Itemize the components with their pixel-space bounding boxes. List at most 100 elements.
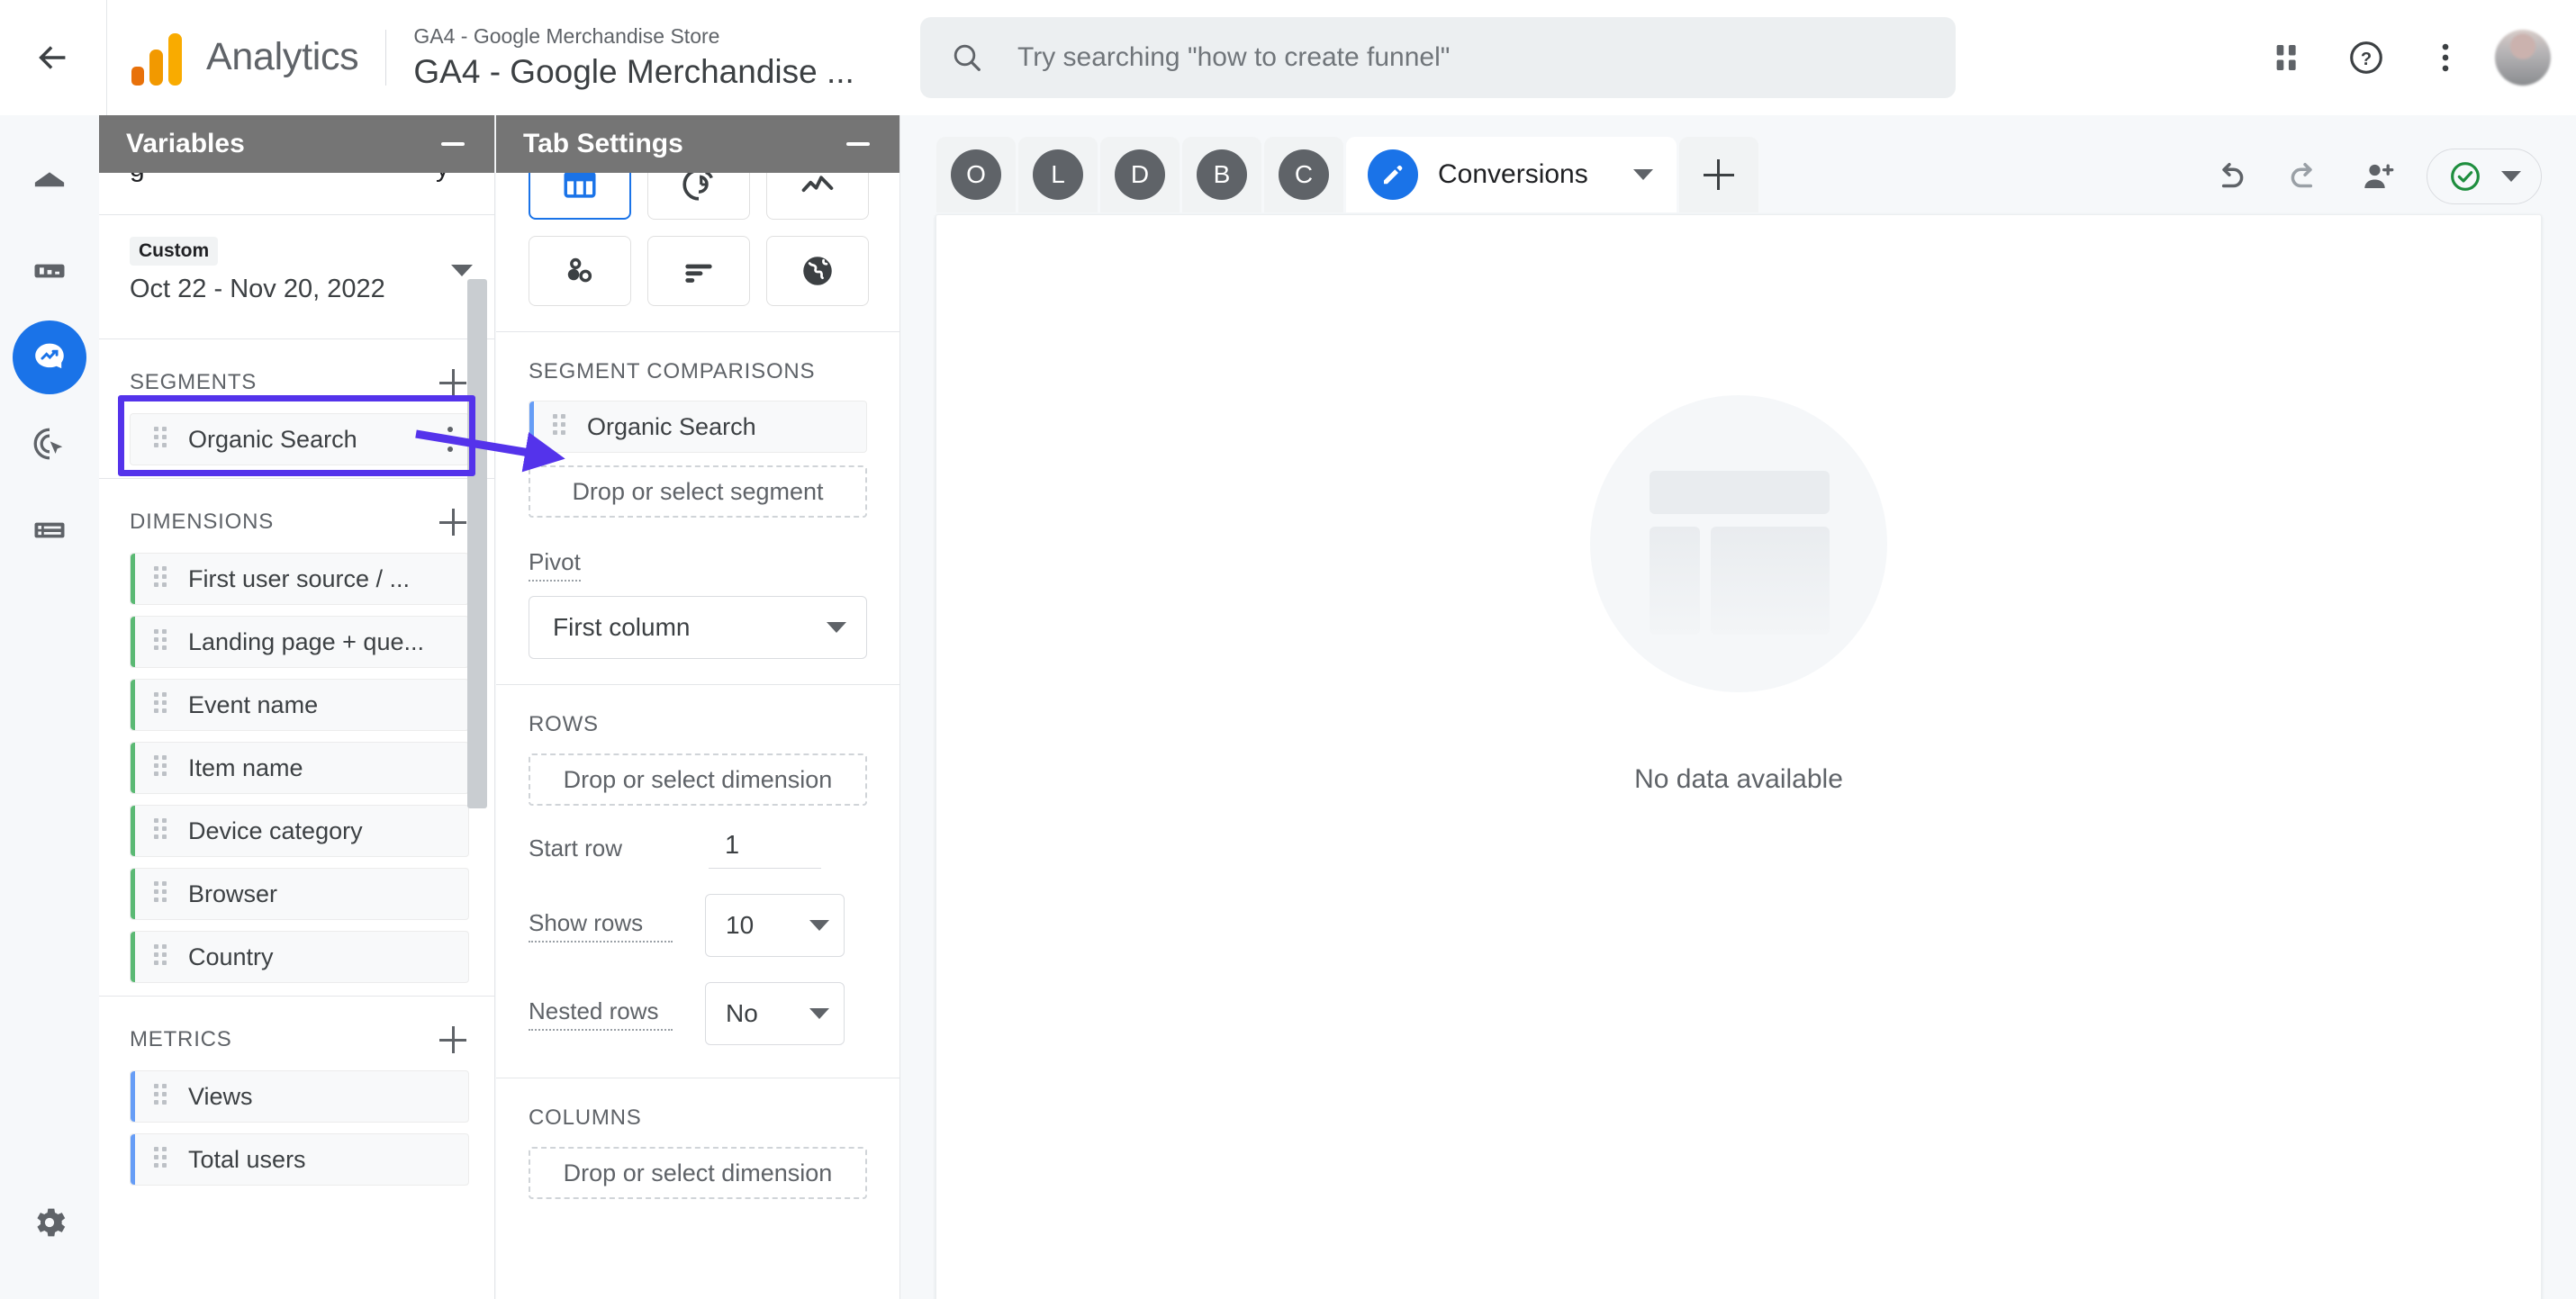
list-item[interactable]: First user source / ... bbox=[130, 553, 469, 605]
top-bar: Analytics GA4 - Google Merchandise Store… bbox=[0, 0, 2576, 115]
more-vertical-icon bbox=[2442, 43, 2449, 72]
undo-button[interactable] bbox=[2196, 142, 2264, 211]
exploration-tab-bar: O L D B C Conversions bbox=[936, 137, 1758, 212]
metric-label: Total users bbox=[188, 1145, 306, 1173]
share-button[interactable] bbox=[2344, 142, 2412, 211]
sidebar-item-reports[interactable] bbox=[13, 234, 86, 308]
segment-comparisons-list: Organic Search bbox=[496, 401, 899, 453]
drag-handle-icon[interactable] bbox=[154, 944, 172, 970]
show-rows-select[interactable]: 10 bbox=[705, 894, 845, 957]
drag-handle-icon[interactable] bbox=[154, 1147, 172, 1172]
dimension-label: Item name bbox=[188, 753, 303, 781]
tab-settings-panel-header: Tab Settings bbox=[496, 115, 899, 173]
sidebar-item-configure[interactable] bbox=[13, 493, 86, 567]
drag-handle-icon[interactable] bbox=[154, 427, 172, 452]
list-item[interactable]: Browser bbox=[130, 868, 469, 920]
technique-cohort-exploration[interactable] bbox=[766, 236, 869, 306]
sidebar-item-advertising[interactable] bbox=[13, 407, 86, 481]
drag-handle-icon[interactable] bbox=[154, 881, 172, 907]
dimensions-list: First user source / ... Landing page + q… bbox=[99, 553, 494, 983]
tab-o[interactable]: O bbox=[936, 137, 1016, 212]
technique-funnel-exploration[interactable] bbox=[647, 173, 750, 220]
analytics-logo-icon bbox=[131, 30, 186, 86]
list-item[interactable]: Event name bbox=[130, 679, 469, 731]
segment-label: Organic Search bbox=[188, 425, 357, 453]
arrow-back-icon bbox=[39, 46, 66, 69]
chevron-down-icon bbox=[2501, 171, 2521, 182]
metrics-label: METRICS bbox=[130, 1027, 232, 1051]
dimension-label: Country bbox=[188, 943, 274, 970]
segments-organic-search-pill[interactable]: Organic Search bbox=[130, 413, 469, 465]
property-subtitle: GA4 - Google Merchandise Store bbox=[413, 24, 720, 49]
tab-initial: C bbox=[1279, 149, 1329, 200]
add-tab-button[interactable] bbox=[1678, 137, 1758, 212]
drag-handle-icon[interactable] bbox=[154, 692, 172, 717]
columns-label: COLUMNS bbox=[529, 1105, 642, 1130]
drag-handle-icon[interactable] bbox=[154, 818, 172, 843]
tab-l[interactable]: L bbox=[1018, 137, 1098, 212]
columns-dimension-dropzone[interactable]: Drop or select dimension bbox=[529, 1147, 867, 1199]
add-metric-button[interactable] bbox=[433, 1020, 473, 1060]
technique-path-exploration[interactable] bbox=[766, 173, 869, 220]
list-item[interactable]: Landing page + que... bbox=[130, 616, 469, 668]
chevron-down-icon[interactable] bbox=[451, 265, 473, 276]
variables-minimize-button[interactable] bbox=[433, 124, 473, 164]
start-row-input[interactable]: 1 bbox=[709, 831, 821, 869]
top-bar-actions: ? bbox=[2252, 0, 2551, 115]
back-button[interactable] bbox=[0, 0, 106, 115]
horizontal-bars-icon bbox=[685, 264, 712, 283]
status-badge[interactable] bbox=[2427, 149, 2542, 204]
list-item[interactable]: Total users bbox=[130, 1133, 469, 1186]
segments-label: SEGMENTS bbox=[130, 370, 258, 394]
brand-block[interactable]: Analytics GA4 - Google Merchandise Store… bbox=[107, 23, 854, 91]
technique-free-form-table[interactable] bbox=[529, 173, 631, 220]
tab-c[interactable]: C bbox=[1264, 137, 1343, 212]
date-range-chip: Custom bbox=[130, 237, 219, 266]
drag-handle-icon[interactable] bbox=[154, 566, 172, 591]
sidebar-item-admin[interactable] bbox=[13, 1186, 86, 1259]
sidebar-item-explore[interactable] bbox=[13, 320, 86, 394]
tab-b[interactable]: B bbox=[1182, 137, 1261, 212]
nested-rows-select[interactable]: No bbox=[705, 982, 845, 1045]
help-button[interactable]: ? bbox=[2331, 23, 2401, 93]
list-item[interactable]: Item name bbox=[130, 742, 469, 794]
pivot-select[interactable]: First column bbox=[529, 596, 867, 659]
pencil-icon-wrap bbox=[1368, 149, 1418, 200]
drag-handle-icon[interactable] bbox=[154, 755, 172, 780]
rows-dimension-dropzone[interactable]: Drop or select dimension bbox=[529, 753, 867, 806]
tab-settings-minimize-button[interactable] bbox=[838, 124, 878, 164]
segment-comparisons-organic-search-pill[interactable]: Organic Search bbox=[529, 401, 867, 453]
list-item[interactable]: Country bbox=[130, 931, 469, 983]
variables-scrollbar[interactable] bbox=[467, 279, 487, 808]
property-selector[interactable]: GA4 - Google Merchandise Store GA4 - Goo… bbox=[413, 23, 854, 91]
segment-more-icon[interactable] bbox=[432, 421, 468, 457]
technique-segment-overlap[interactable] bbox=[529, 236, 631, 306]
dimension-label: Device category bbox=[188, 816, 363, 844]
tab-label: Conversions bbox=[1438, 159, 1588, 189]
segment-dropzone[interactable]: Drop or select segment bbox=[529, 465, 867, 518]
redo-button[interactable] bbox=[2270, 142, 2338, 211]
technique-user-lifetime[interactable] bbox=[647, 236, 750, 306]
more-options-button[interactable] bbox=[2410, 23, 2481, 93]
variables-panel-header: Variables bbox=[99, 115, 494, 173]
main-content-area: O L D B C Conversions No data available bbox=[901, 115, 2576, 1299]
apps-button[interactable] bbox=[2252, 23, 2322, 93]
drag-handle-icon[interactable] bbox=[154, 629, 172, 654]
chevron-down-icon bbox=[827, 622, 846, 633]
sidebar-item-home[interactable] bbox=[13, 148, 86, 221]
chevron-down-icon[interactable] bbox=[1632, 169, 1653, 180]
tab-conversions[interactable]: Conversions bbox=[1346, 137, 1677, 212]
avatar[interactable] bbox=[2495, 30, 2551, 86]
left-nav-rail bbox=[0, 115, 99, 1299]
drag-handle-icon[interactable] bbox=[553, 414, 571, 439]
search-input[interactable] bbox=[1017, 31, 1873, 85]
search-bar[interactable] bbox=[920, 17, 1956, 98]
list-item[interactable]: Device category bbox=[130, 805, 469, 857]
list-item[interactable]: Views bbox=[130, 1070, 469, 1123]
segments-header: SEGMENTS bbox=[99, 339, 494, 413]
drag-handle-icon[interactable] bbox=[154, 1084, 172, 1109]
check-circle-icon bbox=[2451, 162, 2480, 191]
tab-d[interactable]: D bbox=[1100, 137, 1180, 212]
date-range-selector[interactable]: Custom Oct 22 - Nov 20, 2022 bbox=[99, 215, 494, 326]
property-title: GA4 - Google Merchandise ... bbox=[413, 53, 854, 91]
